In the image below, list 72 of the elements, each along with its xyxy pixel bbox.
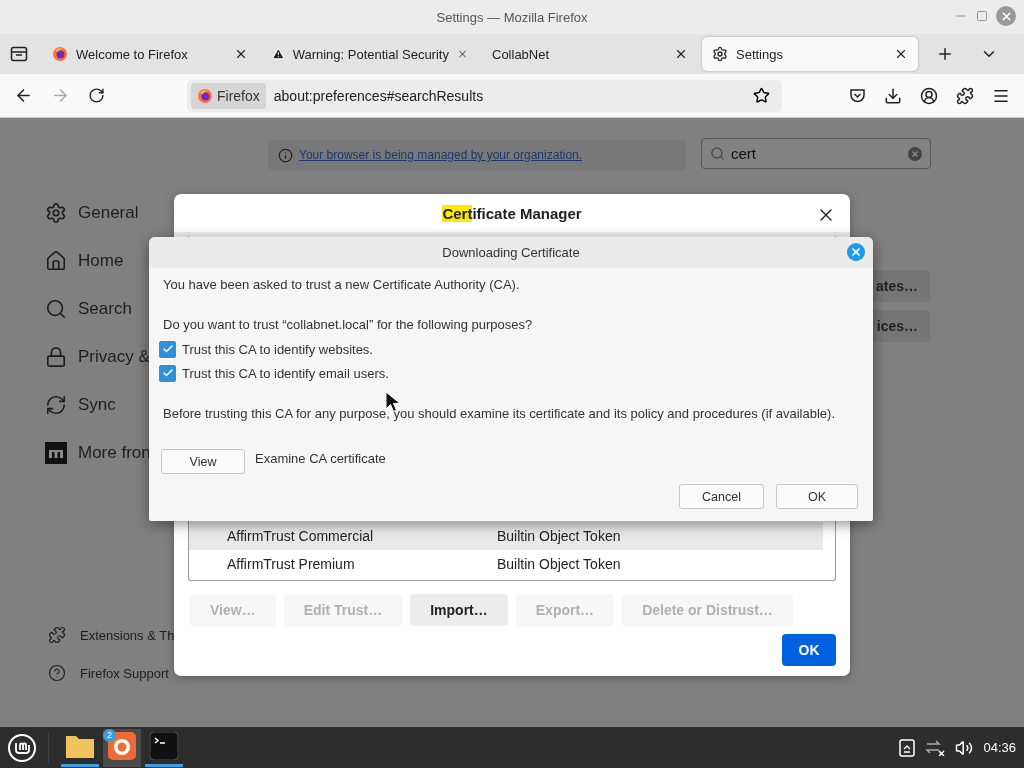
mouse-pointer-icon (385, 391, 401, 413)
intro-text: You have been asked to trust a new Certificate Authority (CA). (163, 276, 521, 294)
info-icon (278, 147, 293, 163)
dialog-title: Downloading Certificate (442, 245, 580, 260)
check-icon (161, 367, 174, 379)
gear-icon (712, 46, 728, 62)
trust-checkbox[interactable]: Trust this CA to identify email users. (159, 361, 859, 385)
checkbox[interactable] (159, 340, 176, 358)
window-title: Settings — Mozilla Firefox (436, 9, 588, 25)
puzzle-icon (48, 626, 66, 644)
sidebar-item[interactable]: General (45, 189, 240, 237)
warning-icon (272, 46, 285, 62)
trust-checkbox[interactable]: Trust this CA to identify websites. (159, 337, 859, 361)
plus-icon (936, 45, 954, 63)
browser-tab[interactable]: Warning: Potential Security (262, 37, 478, 71)
close-icon[interactable] (234, 47, 248, 61)
certificate-row[interactable]: AffirmTrust Commercial Builtin Object Token (189, 522, 823, 550)
certificate-action-button[interactable]: Import… (410, 594, 508, 626)
address-bar[interactable]: Firefox about:preferences#searchResults (187, 79, 782, 112)
question-text: Do you want to trust “collabnet.local” for the following purposes? (163, 316, 534, 334)
sync-icon (45, 394, 67, 416)
view-button[interactable]: View (161, 449, 245, 474)
sidebar-link[interactable]: Firefox Support (45, 654, 240, 692)
search-input[interactable]: cert (731, 145, 902, 162)
close-icon (999, 9, 1013, 23)
browser-tab[interactable]: Welcome to Firefox (42, 37, 258, 71)
home-icon (45, 250, 67, 272)
reload-icon (88, 87, 105, 104)
identity-chip[interactable]: Firefox (191, 82, 266, 109)
firefox-icon (197, 87, 213, 104)
help-icon (48, 664, 66, 682)
account-icon (920, 86, 938, 105)
close-icon[interactable] (894, 47, 908, 61)
browser-tab[interactable]: CollabNet (482, 37, 698, 71)
tray-icon (10, 46, 28, 62)
firefox-icon (108, 732, 136, 760)
search-icon (710, 146, 725, 161)
close-icon (850, 246, 862, 258)
settings-button[interactable]: ices… (873, 310, 930, 342)
settings-button[interactable]: ates… (873, 270, 930, 302)
advice-text: Before trusting this CA for any purpose, you should examine its certificate and its policy and procedures (if available). (163, 405, 836, 423)
terminal-icon (150, 732, 178, 760)
lock-icon (45, 346, 67, 368)
url-text: about:preferences#searchResults (273, 87, 485, 104)
gear-icon (45, 202, 67, 224)
clipboard-icon[interactable] (899, 738, 916, 757)
clock[interactable]: 04:36 (983, 740, 1016, 755)
folder-icon (65, 733, 95, 759)
search-field[interactable]: cert (701, 138, 931, 169)
examine-label: Examine CA certificate (255, 449, 386, 468)
dialog-button[interactable]: Cancel (679, 484, 764, 509)
pocket-icon (849, 87, 866, 104)
taskbar-app[interactable]: 2 (103, 728, 141, 767)
network-disconnected-icon[interactable] (925, 739, 946, 756)
certificate-row[interactable]: AffirmTrust Premium Builtin Object Token (189, 550, 823, 578)
clear-icon[interactable] (908, 146, 922, 161)
download-icon (884, 86, 902, 105)
dialog-button[interactable]: OK (776, 484, 858, 509)
ok-button[interactable]: OK (782, 634, 836, 666)
mint-logo-icon (7, 732, 37, 763)
firefox-icon (52, 46, 68, 62)
checkbox[interactable] (159, 364, 176, 382)
browser-tab[interactable]: Settings (702, 37, 918, 71)
managed-link[interactable]: Your browser is being managed by your organization. (299, 148, 583, 162)
puzzle-icon (956, 86, 974, 105)
mozilla-logo-icon (45, 442, 67, 464)
close-icon[interactable] (674, 47, 688, 61)
check-icon (161, 343, 174, 355)
bookmark-star-icon[interactable] (753, 87, 770, 104)
search-icon (45, 298, 67, 320)
notification-badge: 2 (103, 728, 116, 742)
volume-icon[interactable] (955, 738, 974, 757)
